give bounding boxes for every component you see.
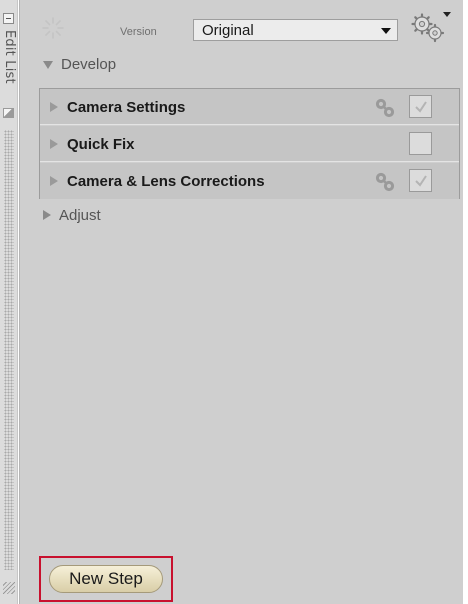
- new-step-button[interactable]: New Step: [49, 565, 163, 593]
- edit-list-tab-strip: Edit List: [0, 0, 18, 604]
- edit-list-tab-label[interactable]: Edit List: [1, 30, 17, 84]
- adjust-group-header[interactable]: Adjust: [43, 205, 101, 225]
- settings-menu-button[interactable]: [409, 12, 455, 44]
- collapsed-arrow-icon[interactable]: [50, 102, 58, 112]
- panel-toolbar: Version Original: [20, 0, 464, 48]
- step-row-camera-lens-corrections[interactable]: Camera & Lens Corrections: [40, 163, 459, 199]
- step-enabled-checkbox[interactable]: [409, 132, 432, 155]
- window-edge: [463, 0, 468, 604]
- expanded-arrow-icon: [43, 60, 53, 69]
- collapsed-arrow-icon[interactable]: [50, 176, 58, 186]
- image-thumbnail-icon[interactable]: [3, 108, 14, 118]
- step-label: Quick Fix: [67, 136, 135, 153]
- checkmark-icon: [415, 101, 427, 113]
- step-row-quick-fix[interactable]: Quick Fix: [40, 126, 459, 162]
- collapsed-arrow-icon: [43, 210, 51, 220]
- link-icon[interactable]: [374, 97, 396, 119]
- link-icon[interactable]: [374, 171, 396, 193]
- new-step-highlight: New Step: [39, 556, 173, 602]
- develop-group-label: Develop: [61, 55, 117, 73]
- step-row-camera-settings[interactable]: Camera Settings: [40, 89, 459, 125]
- collapse-icon[interactable]: [3, 13, 14, 24]
- adjust-group-label: Adjust: [59, 206, 101, 224]
- resize-handle-dots[interactable]: [4, 130, 14, 570]
- version-dropdown-value: Original: [202, 22, 254, 39]
- develop-step-list: Camera Settings Quick Fix Camera & Lens: [39, 88, 460, 199]
- resize-grip-icon[interactable]: [3, 582, 15, 594]
- step-enabled-checkbox[interactable]: [409, 95, 432, 118]
- step-label: Camera & Lens Corrections: [67, 173, 265, 190]
- spinner-icon: [42, 17, 64, 39]
- chevron-down-icon: [381, 28, 391, 34]
- collapsed-arrow-icon[interactable]: [50, 139, 58, 149]
- checkmark-icon: [415, 175, 427, 187]
- chevron-down-icon: [443, 12, 451, 17]
- version-label: Version: [120, 26, 157, 38]
- edit-list-panel: Version Original Develop Camera Settings…: [19, 0, 463, 604]
- version-dropdown[interactable]: Original: [193, 19, 398, 41]
- step-enabled-checkbox[interactable]: [409, 169, 432, 192]
- develop-group-header[interactable]: Develop: [43, 54, 116, 74]
- step-label: Camera Settings: [67, 99, 186, 116]
